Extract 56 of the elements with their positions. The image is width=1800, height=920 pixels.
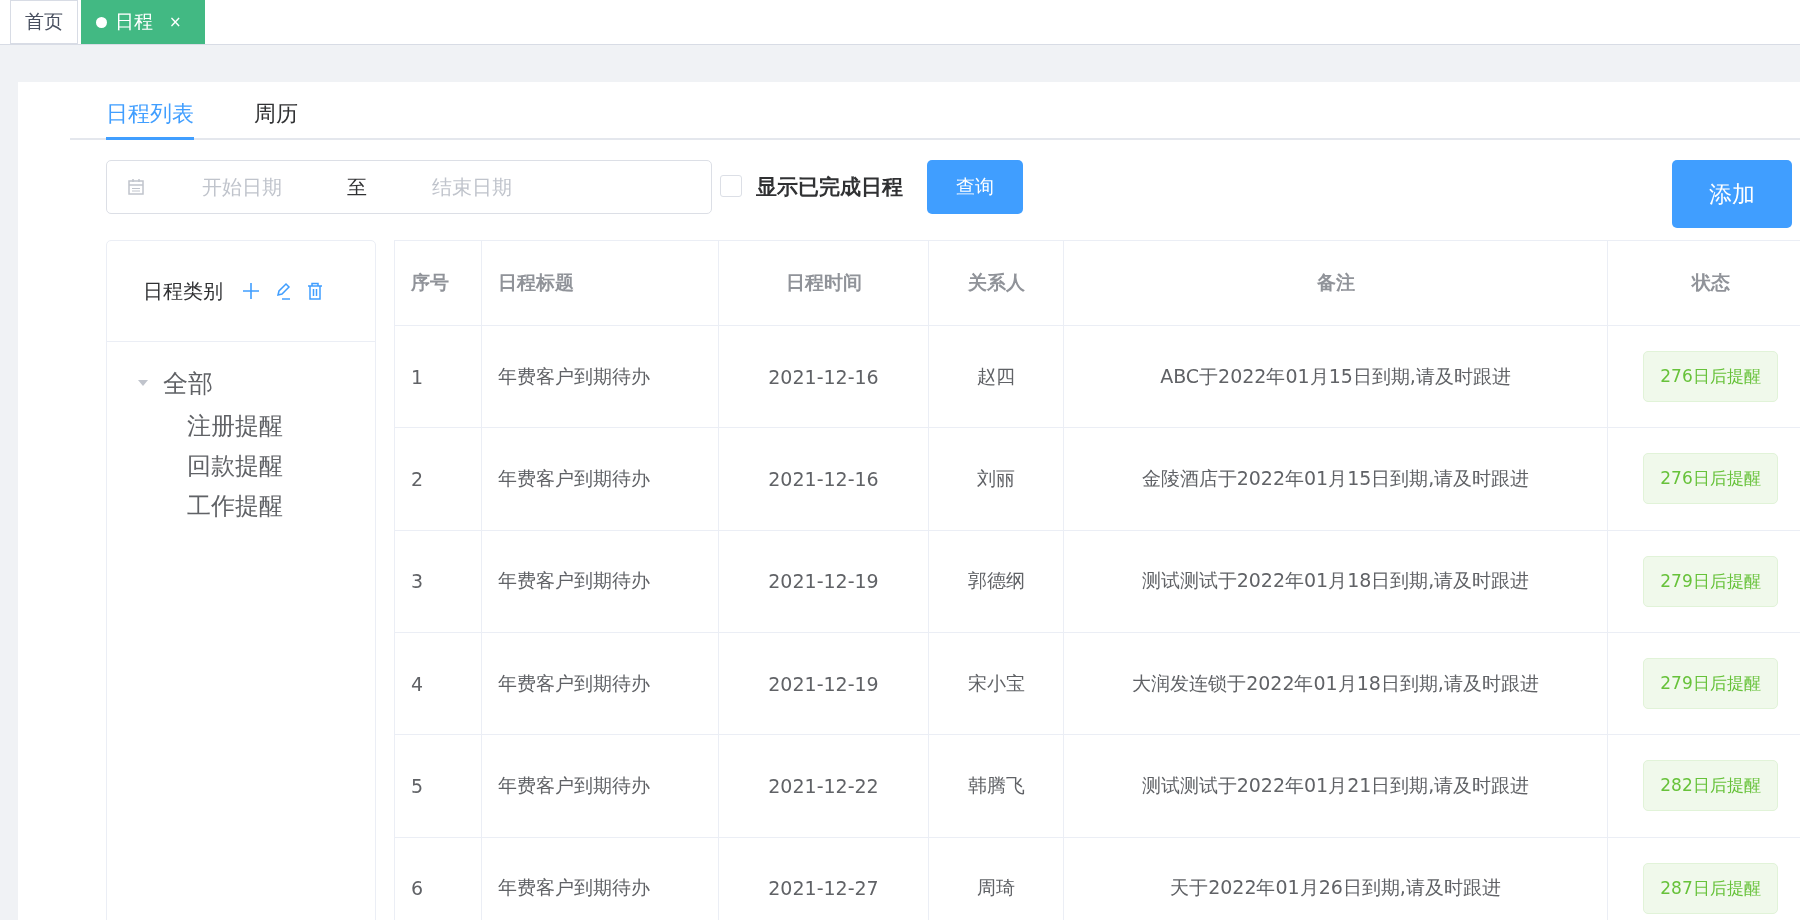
view-tab[interactable]: 周历 <box>254 99 298 140</box>
table-cell: 2021-12-19 <box>718 530 929 633</box>
table-cell: 郭德纲 <box>928 530 1064 633</box>
table-cell: 1 <box>394 325 482 428</box>
tree-item[interactable]: 工作提醒 <box>187 490 283 522</box>
column-header: 状态 <box>1607 240 1800 326</box>
range-separator: 至 <box>346 173 368 201</box>
table-cell: 年费客户到期待办 <box>481 734 719 838</box>
table-cell: 韩腾飞 <box>928 734 1064 838</box>
table-cell: ABC于2022年01月15日到期,请及时跟进 <box>1063 325 1608 428</box>
caret-icon[interactable] <box>137 379 149 387</box>
status-tag: 279日后提醒 <box>1643 658 1778 710</box>
tree-item[interactable]: 注册提醒 <box>187 410 283 442</box>
column-header: 序号 <box>394 240 482 326</box>
table-cell: 年费客户到期待办 <box>481 427 719 531</box>
tree-item[interactable]: 回款提醒 <box>187 450 283 482</box>
table-cell: 大润发连锁于2022年01月18日到期,请及时跟进 <box>1063 632 1608 735</box>
dot-icon <box>96 16 107 28</box>
table-cell: 宋小宝 <box>928 632 1064 735</box>
table-cell: 刘丽 <box>928 427 1064 531</box>
column-header: 关系人 <box>928 240 1064 326</box>
table-cell: 2021-12-19 <box>718 632 929 735</box>
table-cell: 年费客户到期待办 <box>481 530 719 633</box>
column-header: 备注 <box>1063 240 1608 326</box>
status-tag: 287日后提醒 <box>1643 862 1778 914</box>
table-cell: 测试测试于2022年01月18日到期,请及时跟进 <box>1063 530 1608 633</box>
table-cell: 6 <box>394 837 482 920</box>
table-cell: 2021-12-16 <box>718 325 929 428</box>
status-tag: 282日后提醒 <box>1643 760 1778 812</box>
delete-icon[interactable] <box>305 281 325 301</box>
status-tag: 276日后提醒 <box>1643 351 1778 403</box>
table-cell: 4 <box>394 632 482 735</box>
table-cell: 年费客户到期待办 <box>481 632 719 735</box>
page-tab[interactable]: 首页 <box>10 0 78 44</box>
checkbox[interactable] <box>720 175 742 197</box>
calendar-icon <box>127 178 145 196</box>
table-cell: 赵四 <box>928 325 1064 428</box>
end-date-input[interactable]: 结束日期 <box>375 174 569 200</box>
table-cell: 2021-12-16 <box>718 427 929 531</box>
table-cell: 测试测试于2022年01月21日到期,请及时跟进 <box>1063 734 1608 838</box>
table-cell: 金陵酒店于2022年01月15日到期,请及时跟进 <box>1063 427 1608 531</box>
date-range-field[interactable]: 开始日期 至 结束日期 <box>106 160 712 214</box>
column-header: 日程时间 <box>718 240 929 326</box>
table-cell: 5 <box>394 734 482 838</box>
status-tag: 279日后提醒 <box>1643 555 1778 607</box>
table-cell: 3 <box>394 530 482 633</box>
tree-item[interactable]: 全部 <box>163 366 213 400</box>
table-cell: 年费客户到期待办 <box>481 325 719 428</box>
column-header: 日程标题 <box>481 240 719 326</box>
status-tag: 276日后提醒 <box>1643 453 1778 505</box>
checkbox-label[interactable]: 显示已完成日程 <box>756 173 903 201</box>
start-date-input[interactable]: 开始日期 <box>145 174 339 200</box>
add-icon[interactable] <box>241 281 261 301</box>
panel-title: 日程类别 <box>143 277 223 305</box>
table-cell: 2 <box>394 427 482 531</box>
table-cell: 2021-12-22 <box>718 734 929 838</box>
